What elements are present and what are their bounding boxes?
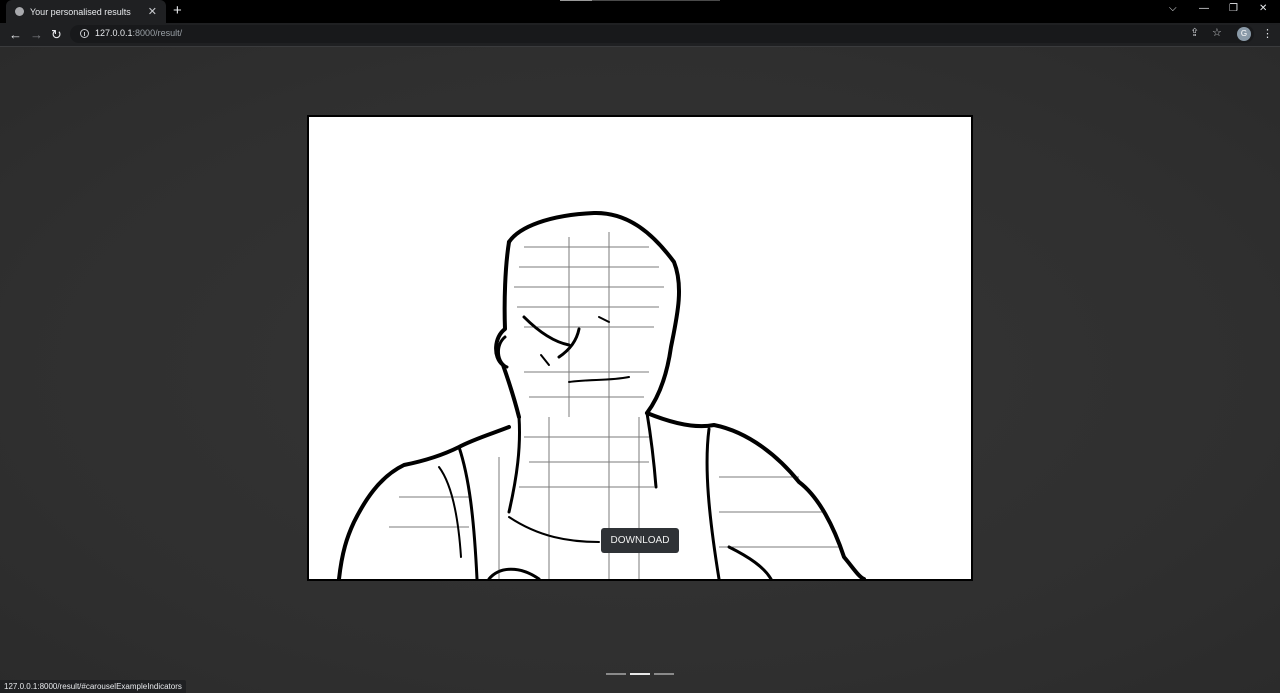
url-text[interactable]: 127.0.0.1:8000/result/ — [95, 28, 182, 38]
tab-strip: Your personalised results ✕ + ⌵ — ❐ ✕ — [0, 0, 1280, 23]
forward-button[interactable]: → — [30, 26, 43, 43]
url-path: :8000/result/ — [132, 28, 183, 38]
browser-toolbar: ← → ↻ 127.0.0.1:8000/result/ ⇪ ☆ — [0, 23, 1280, 47]
back-button[interactable]: ← — [9, 26, 22, 43]
browser-tab[interactable]: Your personalised results ✕ — [6, 0, 166, 23]
carousel-indicator-1[interactable] — [606, 673, 626, 675]
window-drag-handle[interactable] — [560, 0, 720, 1]
url-host: 127.0.0.1 — [95, 28, 133, 38]
minimize-button[interactable]: — — [1199, 3, 1209, 14]
new-tab-button[interactable]: + — [173, 2, 182, 19]
restore-button[interactable]: ❐ — [1229, 3, 1238, 14]
status-bar-url: 127.0.0.1:8000/result/#carouselExampleIn… — [0, 680, 186, 693]
tab-title: Your personalised results — [30, 6, 131, 17]
reload-button[interactable]: ↻ — [51, 26, 62, 43]
address-bar[interactable]: 127.0.0.1:8000/result/ ⇪ ☆ — [70, 25, 1254, 43]
globe-icon — [15, 7, 24, 16]
carousel-indicator-3[interactable] — [654, 673, 674, 675]
site-info-icon[interactable] — [80, 29, 89, 38]
profile-avatar[interactable]: G — [1237, 27, 1251, 41]
tab-search-icon[interactable]: ⌵ — [1169, 3, 1177, 14]
carousel-slide-image — [307, 115, 973, 581]
share-icon[interactable]: ⇪ — [1190, 26, 1199, 39]
carousel-indicator-2[interactable] — [630, 673, 650, 675]
close-window-button[interactable]: ✕ — [1259, 3, 1267, 14]
tab-close-icon[interactable]: ✕ — [148, 5, 157, 18]
download-button[interactable]: DOWNLOAD — [601, 528, 679, 553]
page-content: DOWNLOAD — [0, 47, 1280, 693]
menu-icon[interactable]: ⋮ — [1262, 27, 1273, 40]
bookmark-star-icon[interactable]: ☆ — [1212, 26, 1222, 39]
sketch-image — [337, 210, 866, 579]
